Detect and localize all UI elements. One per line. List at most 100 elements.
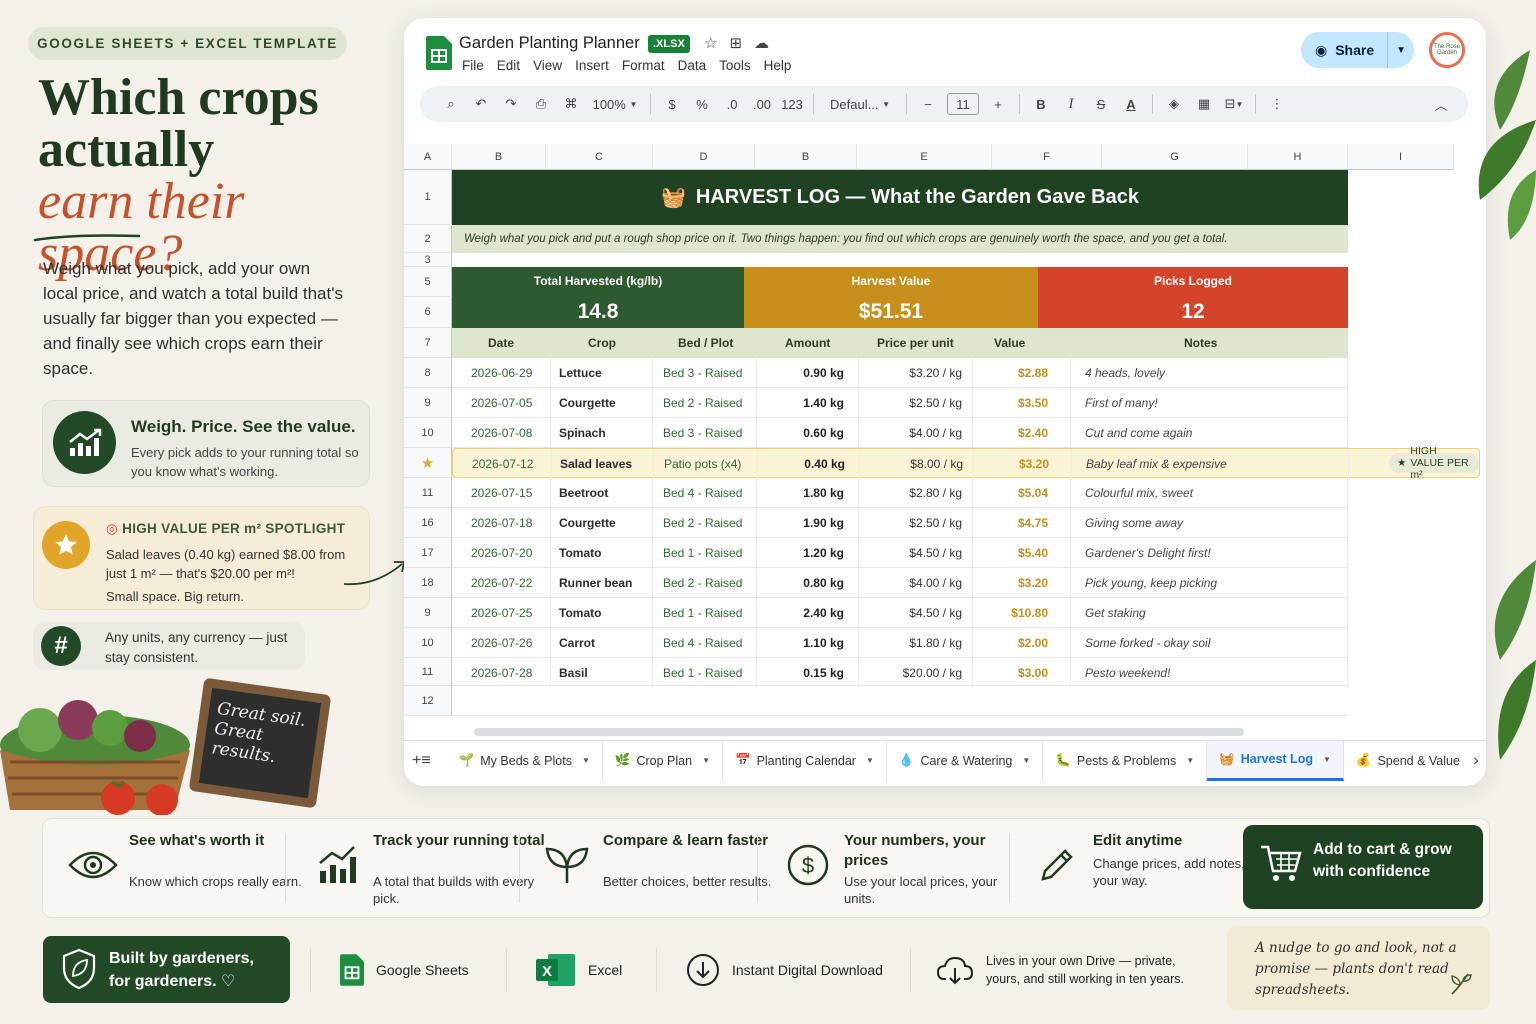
- cell-notes[interactable]: Giving some away: [1071, 508, 1348, 537]
- cell-crop[interactable]: Tomato: [551, 538, 653, 567]
- star-icon[interactable]: ☆: [704, 34, 717, 52]
- cell-bed[interactable]: Bed 4 - Raised: [653, 628, 757, 657]
- zoom-select[interactable]: 100% ▼: [586, 90, 644, 118]
- cell-date[interactable]: 2026-07-26: [452, 628, 551, 657]
- redo-icon[interactable]: ↷: [496, 90, 526, 118]
- table-row[interactable]: 2026-07-20 Tomato Bed 1 - Raised 1.20 kg…: [452, 538, 1348, 568]
- cell-date[interactable]: 2026-07-15: [452, 478, 551, 507]
- cell-notes[interactable]: Colourful mix, sweet: [1071, 478, 1348, 507]
- currency-format-button[interactable]: $: [657, 90, 687, 118]
- bold-button[interactable]: B: [1026, 90, 1056, 118]
- cell-notes[interactable]: Get staking: [1071, 598, 1348, 627]
- decrease-decimal-button[interactable]: .0: [717, 90, 747, 118]
- column-header[interactable]: H: [1248, 144, 1348, 170]
- row-header[interactable]: 10: [404, 418, 452, 448]
- column-header[interactable]: C: [546, 144, 653, 170]
- cell-notes[interactable]: Some forked - okay soil: [1071, 628, 1348, 657]
- share-button[interactable]: ◉ Share ▼: [1301, 32, 1414, 68]
- cell-date[interactable]: 2026-07-25: [452, 598, 551, 627]
- move-folder-icon[interactable]: ⊞: [729, 34, 742, 52]
- borders-icon[interactable]: ▦: [1189, 90, 1219, 118]
- table-row[interactable]: 2026-07-05 Courgette Bed 2 - Raised 1.40…: [452, 388, 1348, 418]
- cell-notes[interactable]: Cut and come again: [1071, 418, 1348, 447]
- menu-data[interactable]: Data: [678, 58, 707, 73]
- row-header[interactable]: 9: [404, 598, 452, 628]
- cell-notes[interactable]: Pick young, keep picking: [1071, 568, 1348, 597]
- paint-format-icon[interactable]: ⌘: [556, 90, 586, 118]
- table-row[interactable]: 2026-07-15 Beetroot Bed 4 - Raised 1.80 …: [452, 478, 1348, 508]
- cell-price[interactable]: $2.50 / kg: [859, 508, 973, 537]
- row-header[interactable]: 6: [404, 297, 452, 328]
- cell-price[interactable]: $3.20 / kg: [859, 358, 973, 387]
- increase-decimal-button[interactable]: .00: [747, 90, 777, 118]
- column-header[interactable]: A: [404, 144, 452, 170]
- cell-price[interactable]: $4.00 / kg: [859, 418, 973, 447]
- font-size-increase-icon[interactable]: +: [983, 90, 1013, 118]
- cell-crop[interactable]: Tomato: [551, 598, 653, 627]
- cell-bed[interactable]: Bed 3 - Raised: [653, 358, 757, 387]
- cell-notes[interactable]: Baby leaf mix & expensive: [1072, 449, 1349, 478]
- column-header[interactable]: I: [1348, 144, 1454, 170]
- cell-date[interactable]: 2026-06-29: [452, 358, 551, 387]
- table-row[interactable]: 2026-07-26 Carrot Bed 4 - Raised 1.10 kg…: [452, 628, 1348, 658]
- more-options-icon[interactable]: ⋮: [1262, 90, 1292, 118]
- all-sheets-icon[interactable]: ≡: [421, 752, 430, 770]
- chevron-down-icon[interactable]: ▼: [1396, 45, 1406, 56]
- number-format-button[interactable]: 123: [777, 90, 807, 118]
- undo-icon[interactable]: ↶: [466, 90, 496, 118]
- column-header[interactable]: B: [452, 144, 546, 170]
- menu-edit[interactable]: Edit: [497, 58, 520, 73]
- cell-notes[interactable]: First of many!: [1071, 388, 1348, 417]
- table-row[interactable]: 2026-07-18 Courgette Bed 2 - Raised 1.90…: [452, 508, 1348, 538]
- cell-crop[interactable]: Basil: [551, 658, 653, 687]
- table-row[interactable]: 2026-07-22 Runner bean Bed 2 - Raised 0.…: [452, 568, 1348, 598]
- cell-date[interactable]: 2026-07-18: [452, 508, 551, 537]
- cell-bed[interactable]: Bed 3 - Raised: [653, 418, 757, 447]
- row-header[interactable]: 5: [404, 267, 452, 297]
- table-row[interactable]: 2026-07-25 Tomato Bed 1 - Raised 2.40 kg…: [452, 598, 1348, 628]
- cell-amount[interactable]: 2.40 kg: [757, 598, 859, 627]
- cell-crop[interactable]: Courgette: [551, 508, 653, 537]
- row-header[interactable]: 12: [404, 686, 452, 716]
- cell-amount[interactable]: 1.40 kg: [757, 388, 859, 417]
- menu-tools[interactable]: Tools: [719, 58, 751, 73]
- cell-date[interactable]: 2026-07-05: [452, 388, 551, 417]
- cell-value[interactable]: $2.40: [973, 418, 1071, 447]
- row-header[interactable]: 16: [404, 508, 452, 538]
- row-header[interactable]: 9: [404, 388, 452, 418]
- menu-file[interactable]: File: [462, 58, 484, 73]
- table-row[interactable]: 2026-07-28 Basil Bed 1 - Raised 0.15 kg …: [452, 658, 1348, 687]
- row-header[interactable]: 10: [404, 628, 452, 658]
- cell-crop[interactable]: Spinach: [551, 418, 653, 447]
- cell-amount[interactable]: 0.90 kg: [757, 358, 859, 387]
- percent-format-button[interactable]: %: [687, 90, 717, 118]
- cell-notes[interactable]: Gardener's Delight first!: [1071, 538, 1348, 567]
- row-header[interactable]: 1: [404, 170, 452, 225]
- font-select[interactable]: Defaul... ▼: [820, 90, 900, 118]
- cell-value[interactable]: $3.50: [973, 388, 1071, 417]
- tab-spend-value[interactable]: 💰 Spend & Value: [1344, 741, 1472, 781]
- menu-help[interactable]: Help: [764, 58, 792, 73]
- column-header[interactable]: G: [1102, 144, 1248, 170]
- cell-date[interactable]: 2026-07-20: [452, 538, 551, 567]
- row-header[interactable]: 18: [404, 568, 452, 598]
- cell-crop[interactable]: Beetroot: [551, 478, 653, 507]
- column-header[interactable]: D: [653, 144, 755, 170]
- cell-value[interactable]: $3.20: [973, 568, 1071, 597]
- row-header-star[interactable]: ★: [404, 448, 452, 478]
- font-size-input[interactable]: 11: [947, 93, 979, 115]
- cell-notes[interactable]: 4 heads, lovely: [1071, 358, 1348, 387]
- row-header[interactable]: 8: [404, 358, 452, 388]
- cell-price[interactable]: $2.80 / kg: [859, 478, 973, 507]
- horizontal-scrollbar[interactable]: [474, 728, 1244, 736]
- row-header[interactable]: 7: [404, 328, 452, 358]
- tab-planting-calendar[interactable]: 📅 Planting Calendar ▼: [723, 740, 887, 781]
- cell-price[interactable]: $1.80 / kg: [859, 628, 973, 657]
- cell-bed[interactable]: Bed 4 - Raised: [653, 478, 757, 507]
- table-row-highlighted[interactable]: 2026-07-12 Salad leaves Patio pots (x4) …: [452, 445, 1480, 481]
- tab-my-beds[interactable]: 🌱 My Beds & Plots ▼: [447, 740, 603, 781]
- merge-cells-icon[interactable]: ⊟ ▼: [1219, 90, 1249, 118]
- cell-price[interactable]: $4.00 / kg: [859, 568, 973, 597]
- cell-value[interactable]: $3.20: [974, 449, 1072, 478]
- search-icon[interactable]: ⌕: [436, 90, 466, 118]
